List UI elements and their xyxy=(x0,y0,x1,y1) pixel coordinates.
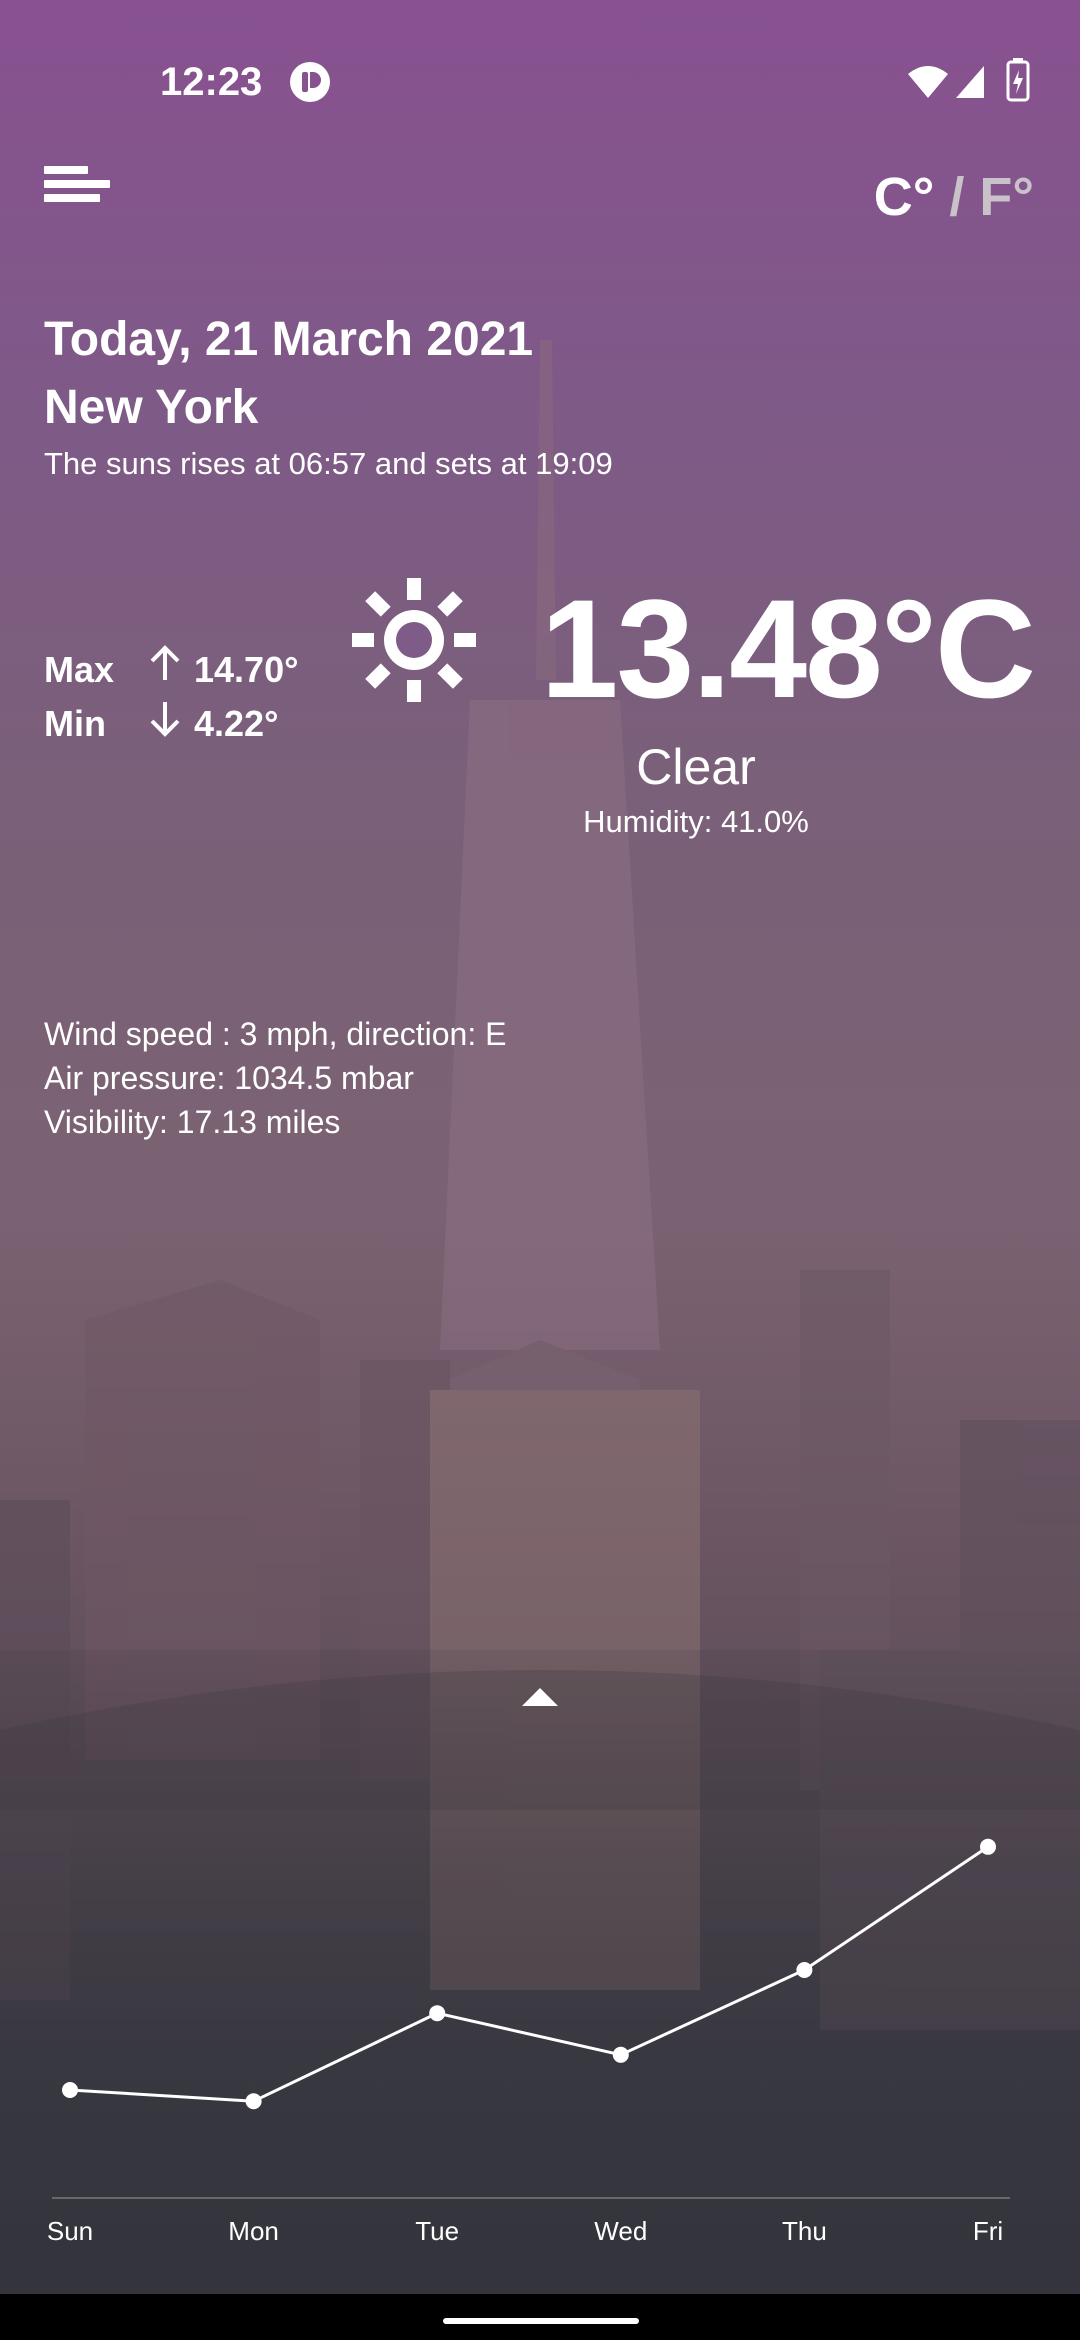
min-max-block: Max 14.70° Min 4.22° xyxy=(44,644,298,752)
x-tick-label: Fri xyxy=(973,2216,1003,2246)
arrow-down-icon xyxy=(148,698,194,752)
max-value: 14.70° xyxy=(194,649,299,690)
battery-icon xyxy=(1006,58,1030,102)
data-point-mon xyxy=(245,2093,262,2110)
max-row: Max 14.70° xyxy=(44,644,298,698)
max-label: Max xyxy=(44,649,115,690)
wind-speed: Wind speed : 3 mph, direction: E xyxy=(44,1016,507,1052)
home-indicator[interactable] xyxy=(443,2318,639,2324)
unit-fahrenheit[interactable]: F° xyxy=(979,167,1034,227)
x-tick-label: Sun xyxy=(47,2216,93,2246)
city-name: New York xyxy=(44,381,259,434)
data-point-fri xyxy=(980,1838,996,1855)
x-tick-label: Thu xyxy=(782,2216,827,2246)
x-tick-label: Mon xyxy=(228,2216,279,2246)
sun-icon xyxy=(352,578,476,702)
temperature-chart: Sun Mon Tue Wed Thu Fri xyxy=(47,1838,1010,2246)
status-bar: 12:23 xyxy=(0,52,1080,112)
unit-separator: / xyxy=(934,167,980,227)
min-value: 4.22° xyxy=(194,703,279,744)
visibility: Visibility: 17.13 miles xyxy=(44,1104,341,1140)
data-point-tue xyxy=(429,2005,446,2022)
data-point-thu xyxy=(796,1962,813,1978)
weather-condition: Clear xyxy=(636,739,756,795)
navigation-bar xyxy=(0,2294,1080,2340)
data-point-wed xyxy=(612,2046,629,2063)
min-label: Min xyxy=(44,703,106,744)
series-line xyxy=(69,1845,989,2103)
current-temperature: 13.48°C xyxy=(540,570,1036,727)
bottom-sheet[interactable] xyxy=(0,1650,1080,1810)
arrow-up-icon xyxy=(148,644,194,698)
chevron-up-icon[interactable] xyxy=(520,1686,560,1708)
sun-times: The suns rises at 06:57 and sets at 19:0… xyxy=(44,446,613,481)
air-pressure: Air pressure: 1034.5 mbar xyxy=(44,1060,414,1096)
wifi-icon xyxy=(908,66,948,98)
date-title: Today, 21 March 2021 xyxy=(44,313,534,366)
x-tick-label: Tue xyxy=(415,2216,459,2246)
unit-toggle[interactable]: C° / F° xyxy=(874,166,1034,228)
status-time: 12:23 xyxy=(160,60,263,104)
x-tick-label: Wed xyxy=(594,2216,647,2246)
notification-icon xyxy=(290,62,330,102)
humidity: Humidity: 41.0% xyxy=(583,804,809,839)
signal-icon xyxy=(956,66,984,98)
weather-details: Wind speed : 3 mph, direction: E Air pre… xyxy=(44,1012,506,1144)
data-point-sun xyxy=(62,2082,78,2098)
unit-celsius[interactable]: C° xyxy=(874,167,935,227)
menu-icon[interactable] xyxy=(44,166,110,210)
min-row: Min 4.22° xyxy=(44,698,298,752)
